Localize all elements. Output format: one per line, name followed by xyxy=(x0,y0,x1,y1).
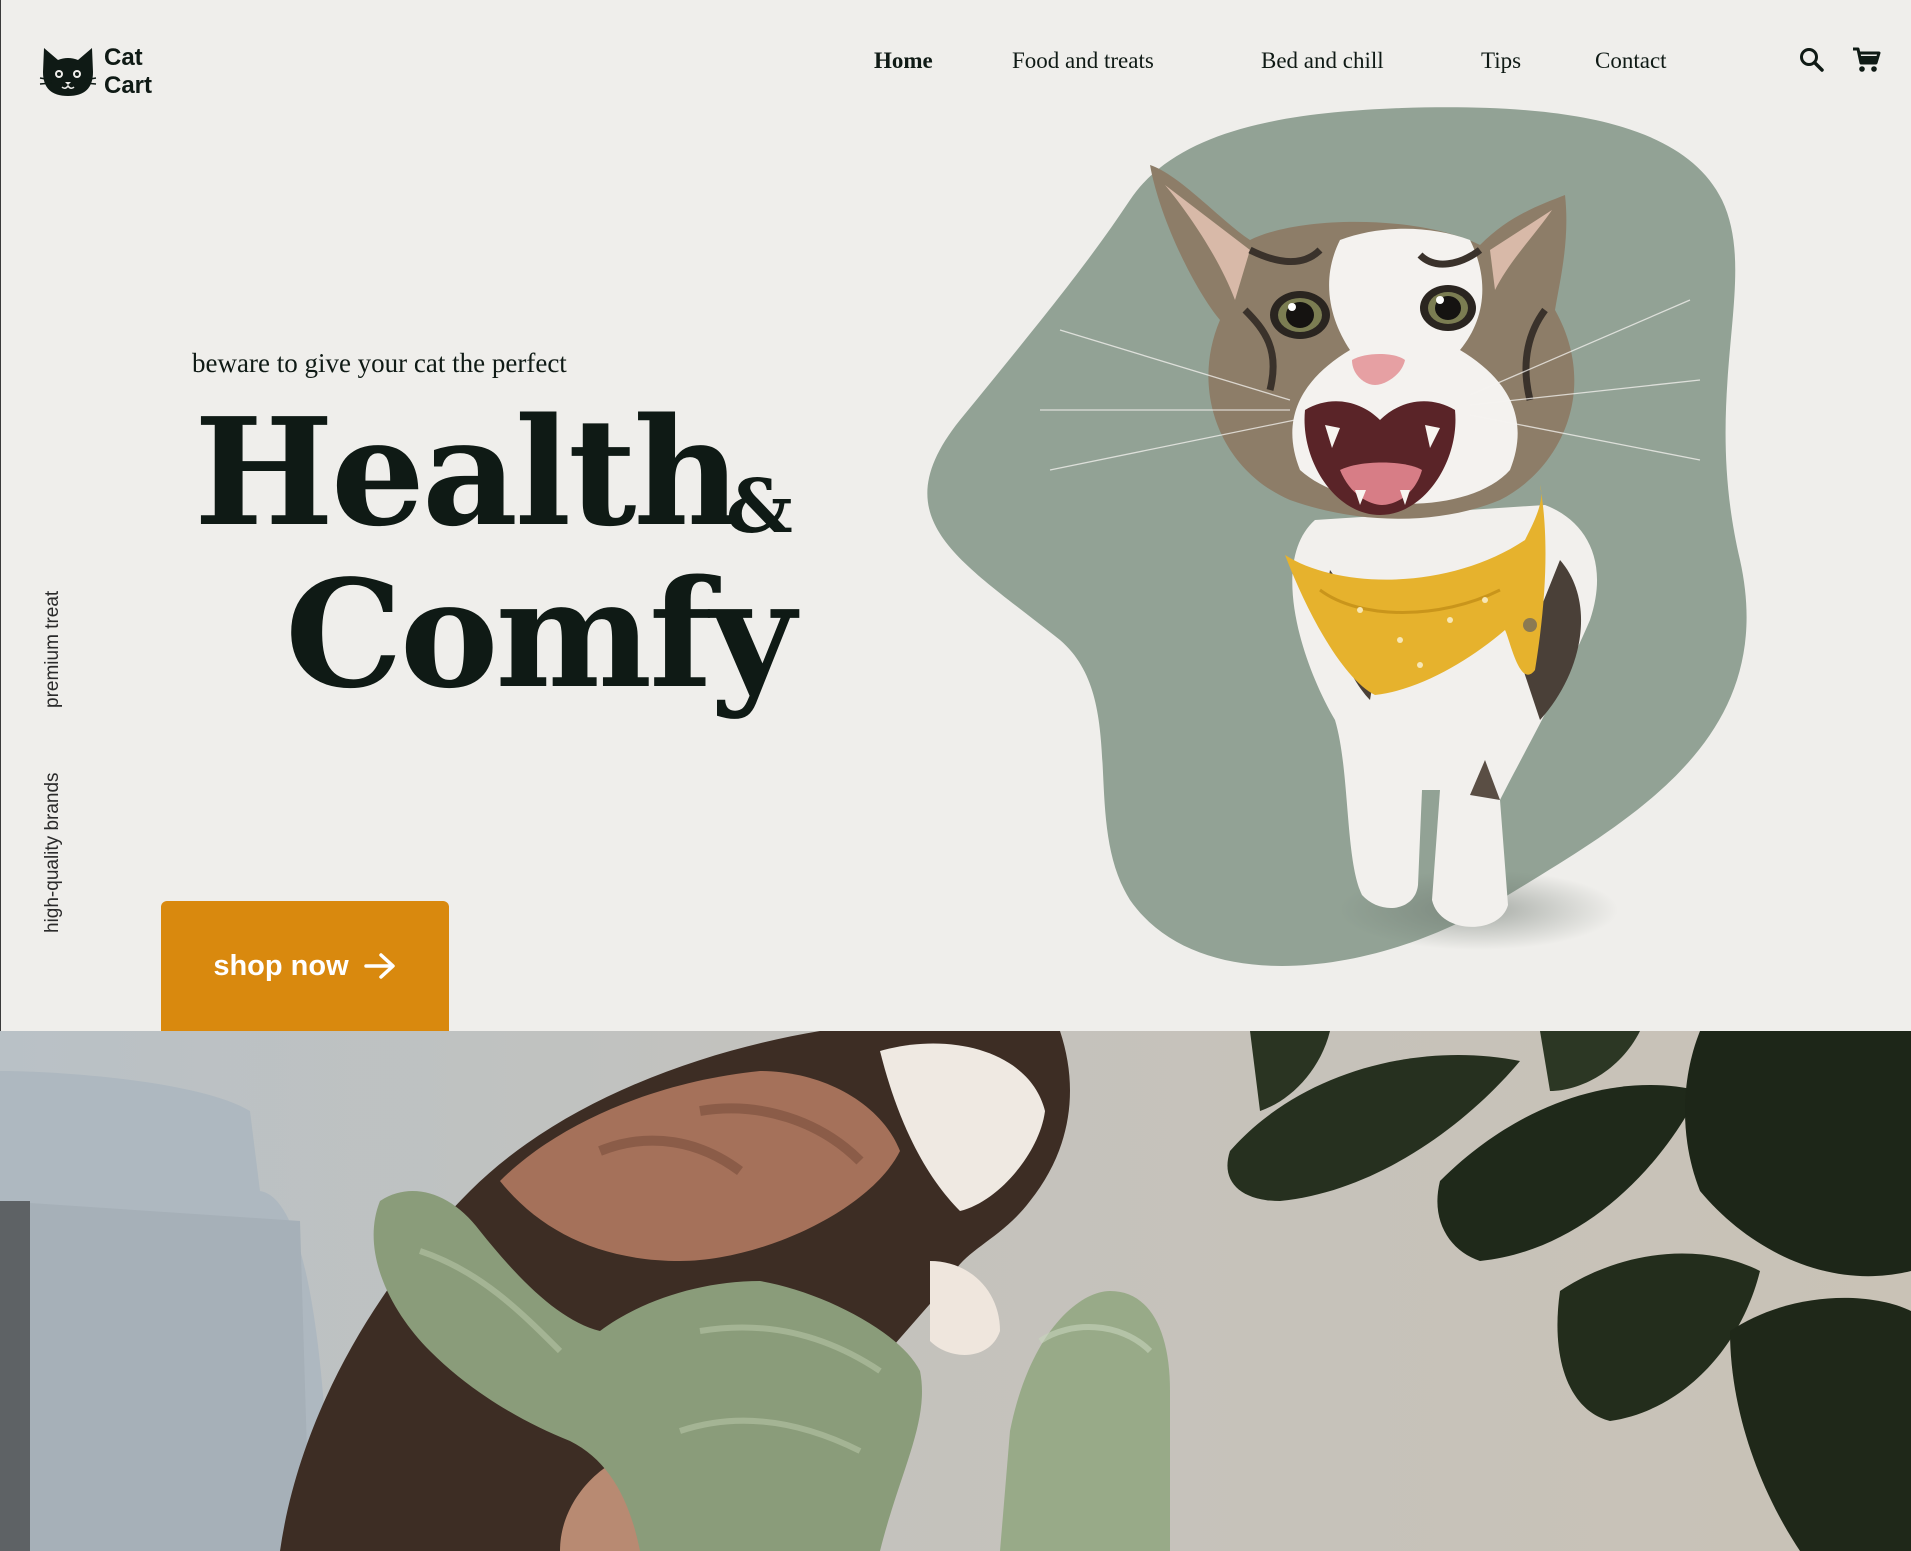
arrow-right-icon xyxy=(363,953,395,979)
hero-headline-ampersand: & xyxy=(726,464,793,550)
hero-headline-comfy: Comfy xyxy=(285,547,796,721)
hero-headline-health: Health xyxy=(194,385,741,559)
side-label-high-quality-brands: high-quality brands xyxy=(42,772,63,933)
featured-photo-cat-with-cactus-toy xyxy=(0,1031,1911,1551)
hero-tagline: beware to give your cat the perfect xyxy=(192,348,567,378)
side-label-premium-treat: premium treat xyxy=(42,590,63,708)
shop-now-button[interactable]: shop now xyxy=(161,901,449,1031)
shop-now-label: shop now xyxy=(213,949,349,982)
